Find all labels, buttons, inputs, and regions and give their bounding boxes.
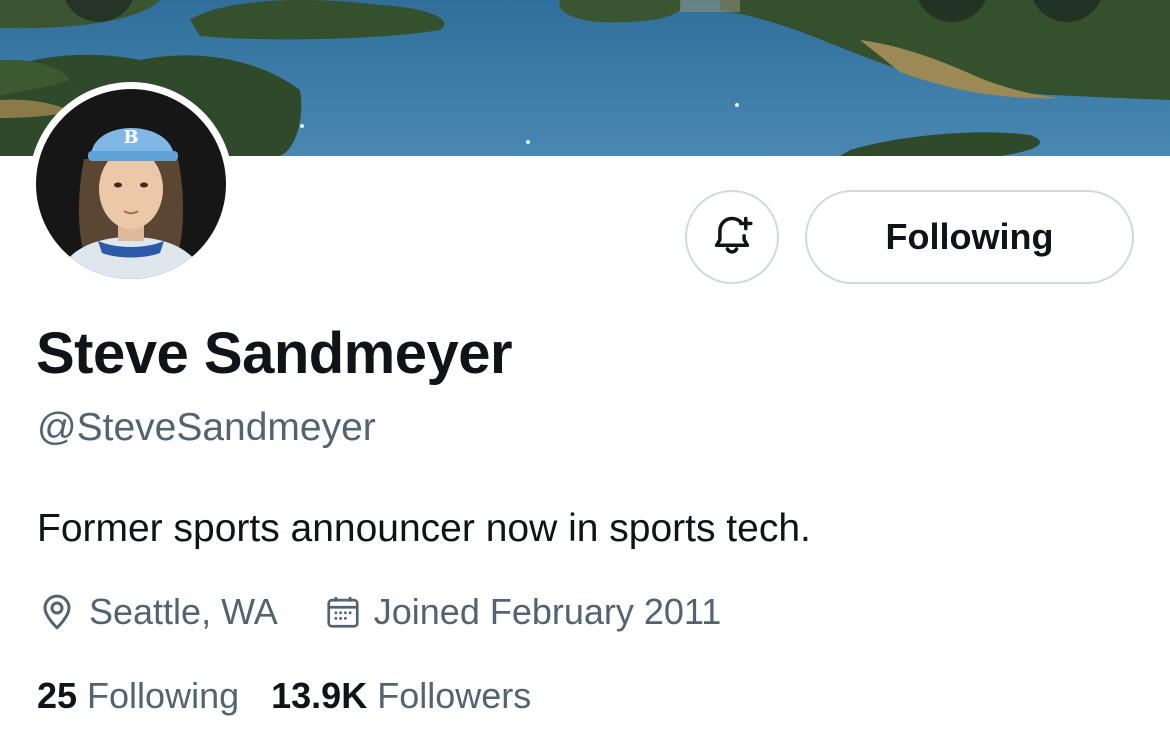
following-button[interactable]: Following [805, 190, 1134, 284]
followers-count: 13.9K [271, 675, 368, 716]
followers-stat-link[interactable]: 13.9K Followers [271, 675, 531, 717]
joined-item: Joined February 2011 [324, 591, 722, 633]
following-label: Following [87, 675, 240, 716]
svg-text:B: B [123, 127, 138, 148]
profile-meta: Seattle, WA Joined February 2011 [37, 588, 721, 636]
notifications-button[interactable] [685, 190, 779, 284]
profile-bio: Former sports announcer now in sports te… [37, 507, 811, 550]
map-pin-icon [37, 592, 77, 632]
profile-stats: 25 Following 13.9K Followers [37, 672, 531, 720]
location-text: Seattle, WA [89, 591, 278, 632]
following-count: 25 [37, 675, 78, 716]
followers-label: Followers [377, 675, 532, 716]
calendar-icon [324, 593, 362, 631]
avatar-image: B [36, 89, 226, 279]
user-handle: @SteveSandmeyer [37, 406, 376, 449]
bell-plus-icon [710, 213, 754, 262]
display-name: Steve Sandmeyer [36, 321, 513, 386]
following-stat-link[interactable]: 25 Following [37, 675, 239, 717]
location-item: Seattle, WA [37, 591, 278, 633]
avatar[interactable]: B [29, 82, 233, 286]
joined-text: Joined February 2011 [373, 591, 722, 632]
